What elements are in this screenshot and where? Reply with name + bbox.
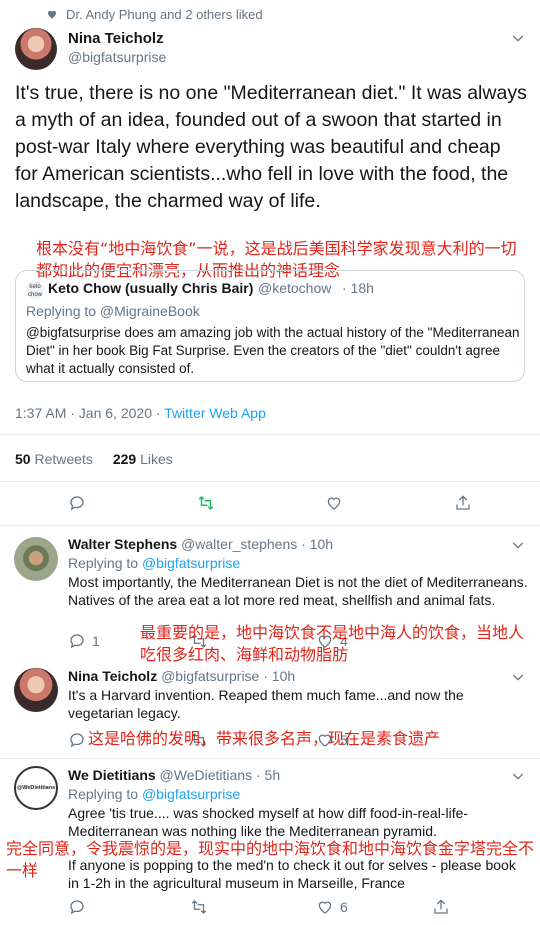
share-icon xyxy=(434,899,448,914)
tweet-stats: 50 Retweets 229 Likes xyxy=(15,451,173,467)
liked-by-text: Dr. Andy Phung and 2 others liked xyxy=(66,6,263,22)
reply-author-name[interactable]: Walter Stephens xyxy=(68,536,177,552)
retweets-stat[interactable]: 50 Retweets xyxy=(15,451,93,467)
reply-header: Walter Stephens @walter_stephens · 10h xyxy=(68,536,333,552)
retweets-label: Retweets xyxy=(34,451,93,467)
tweet-text: It's true, there is no one "Mediterranea… xyxy=(15,82,527,212)
reply-button[interactable] xyxy=(68,494,86,512)
divider xyxy=(0,525,540,526)
avatar[interactable] xyxy=(14,668,58,712)
avatar[interactable] xyxy=(15,28,57,70)
retweet-icon xyxy=(191,900,207,914)
quoted-time: · 18h xyxy=(342,280,374,296)
likes-stat[interactable]: 229 Likes xyxy=(113,451,173,467)
divider xyxy=(0,758,540,759)
translation-annotation: 最重要的是，地中海饮食不是地中海人的饮食，当地人吃很多红肉、海鲜和动物脂肪 xyxy=(140,623,525,664)
tweet-source[interactable]: Twitter Web App xyxy=(164,405,266,421)
reply-icon xyxy=(70,496,84,511)
chevron-down-icon[interactable] xyxy=(510,669,526,685)
author-handle[interactable]: @bigfatsurprise xyxy=(68,49,166,65)
divider xyxy=(0,434,540,435)
reply-author-name[interactable]: We Dietitians xyxy=(68,767,156,783)
reply-header: We Dietitians @WeDietitians · 5h xyxy=(68,767,280,783)
reply-time[interactable]: · 10h xyxy=(263,668,295,684)
chevron-down-icon[interactable] xyxy=(510,768,526,784)
like-count: 6 xyxy=(340,899,348,915)
reply-time[interactable]: · 5h xyxy=(256,767,280,783)
avatar-logo-text: @WeDietitians xyxy=(16,785,56,791)
reply-time[interactable]: · 10h xyxy=(301,536,333,552)
heart-outline-icon xyxy=(318,901,332,914)
likes-label: Likes xyxy=(140,451,173,467)
share-button[interactable] xyxy=(432,898,450,916)
reply-header: Nina Teicholz @bigfatsurprise · 10h xyxy=(68,668,295,684)
reply-button[interactable]: 1 xyxy=(68,632,100,650)
replying-to-handle[interactable]: @bigfatsurprise xyxy=(142,786,240,802)
reply-count: 1 xyxy=(92,633,100,649)
avatar[interactable]: @WeDietitians xyxy=(14,766,58,810)
reply-text: It's a Harvard invention. Reaped them mu… xyxy=(68,687,464,721)
reply-author-name[interactable]: Nina Teicholz xyxy=(68,668,157,684)
reply-button[interactable] xyxy=(68,731,86,749)
tweet-meta: 1:37 AM · Jan 6, 2020 · Twitter Web App xyxy=(15,405,266,421)
replying-to-label: Replying to xyxy=(68,786,139,802)
like-button[interactable] xyxy=(325,494,343,512)
heart-outline-icon xyxy=(327,497,341,510)
heart-icon xyxy=(48,10,56,19)
chevron-down-icon[interactable] xyxy=(510,30,526,46)
reply-icon xyxy=(70,733,84,748)
quoted-author-name: Keto Chow (usually Chris Bair) xyxy=(48,280,254,296)
translation-annotation: 这是哈佛的发明，带来很多名声，现在是素食遗产 xyxy=(88,729,441,748)
reply-author-handle[interactable]: @WeDietitians xyxy=(160,767,253,783)
share-icon xyxy=(456,495,470,510)
reply-text: Most importantly, the Mediterranean Diet… xyxy=(68,574,528,608)
liked-by-row[interactable]: Dr. Andy Phung and 2 others liked xyxy=(46,6,263,22)
likes-count: 229 xyxy=(112,451,137,467)
author-name[interactable]: Nina Teicholz xyxy=(68,30,164,47)
reply-author-handle[interactable]: @bigfatsurprise xyxy=(161,668,259,684)
tweet-timestamp[interactable]: 1:37 AM · Jan 6, 2020 · xyxy=(15,405,161,421)
replying-to: Replying to @bigfatsurprise xyxy=(68,786,240,802)
chevron-down-icon[interactable] xyxy=(510,537,526,553)
retweet-button[interactable] xyxy=(197,494,215,512)
reply-icon xyxy=(70,634,84,649)
quoted-text: @bigfatsurprise does am amazing job with… xyxy=(26,325,520,376)
avatar[interactable] xyxy=(14,537,58,581)
replying-to: Replying to @bigfatsurprise xyxy=(68,555,240,571)
quoted-author-handle: @ketochow xyxy=(258,280,332,296)
replying-to-label: Replying to xyxy=(68,555,139,571)
translation-annotation: 完全同意，令我震惊的是，现实中的地中海饮食和地中海饮食金字塔完全不一样 xyxy=(6,839,535,880)
reply-author-handle[interactable]: @walter_stephens xyxy=(181,536,297,552)
reply-text: Agree 'tis true.... was shocked myself a… xyxy=(68,805,469,839)
replying-to-handle[interactable]: @bigfatsurprise xyxy=(142,555,240,571)
quoted-avatar: keto chow xyxy=(26,281,44,299)
reply-icon xyxy=(70,900,84,915)
retweet-button[interactable] xyxy=(190,898,208,916)
divider xyxy=(0,481,540,482)
retweets-count: 50 xyxy=(15,451,31,467)
retweet-icon xyxy=(198,495,214,511)
like-button[interactable]: 6 xyxy=(316,898,348,916)
quoted-replying-to: Replying to @MigraineBook xyxy=(26,303,200,319)
reply-button[interactable] xyxy=(68,898,86,916)
quoted-tweet[interactable]: keto chow Keto Chow (usually Chris Bair)… xyxy=(15,270,525,382)
share-button[interactable] xyxy=(454,494,472,512)
